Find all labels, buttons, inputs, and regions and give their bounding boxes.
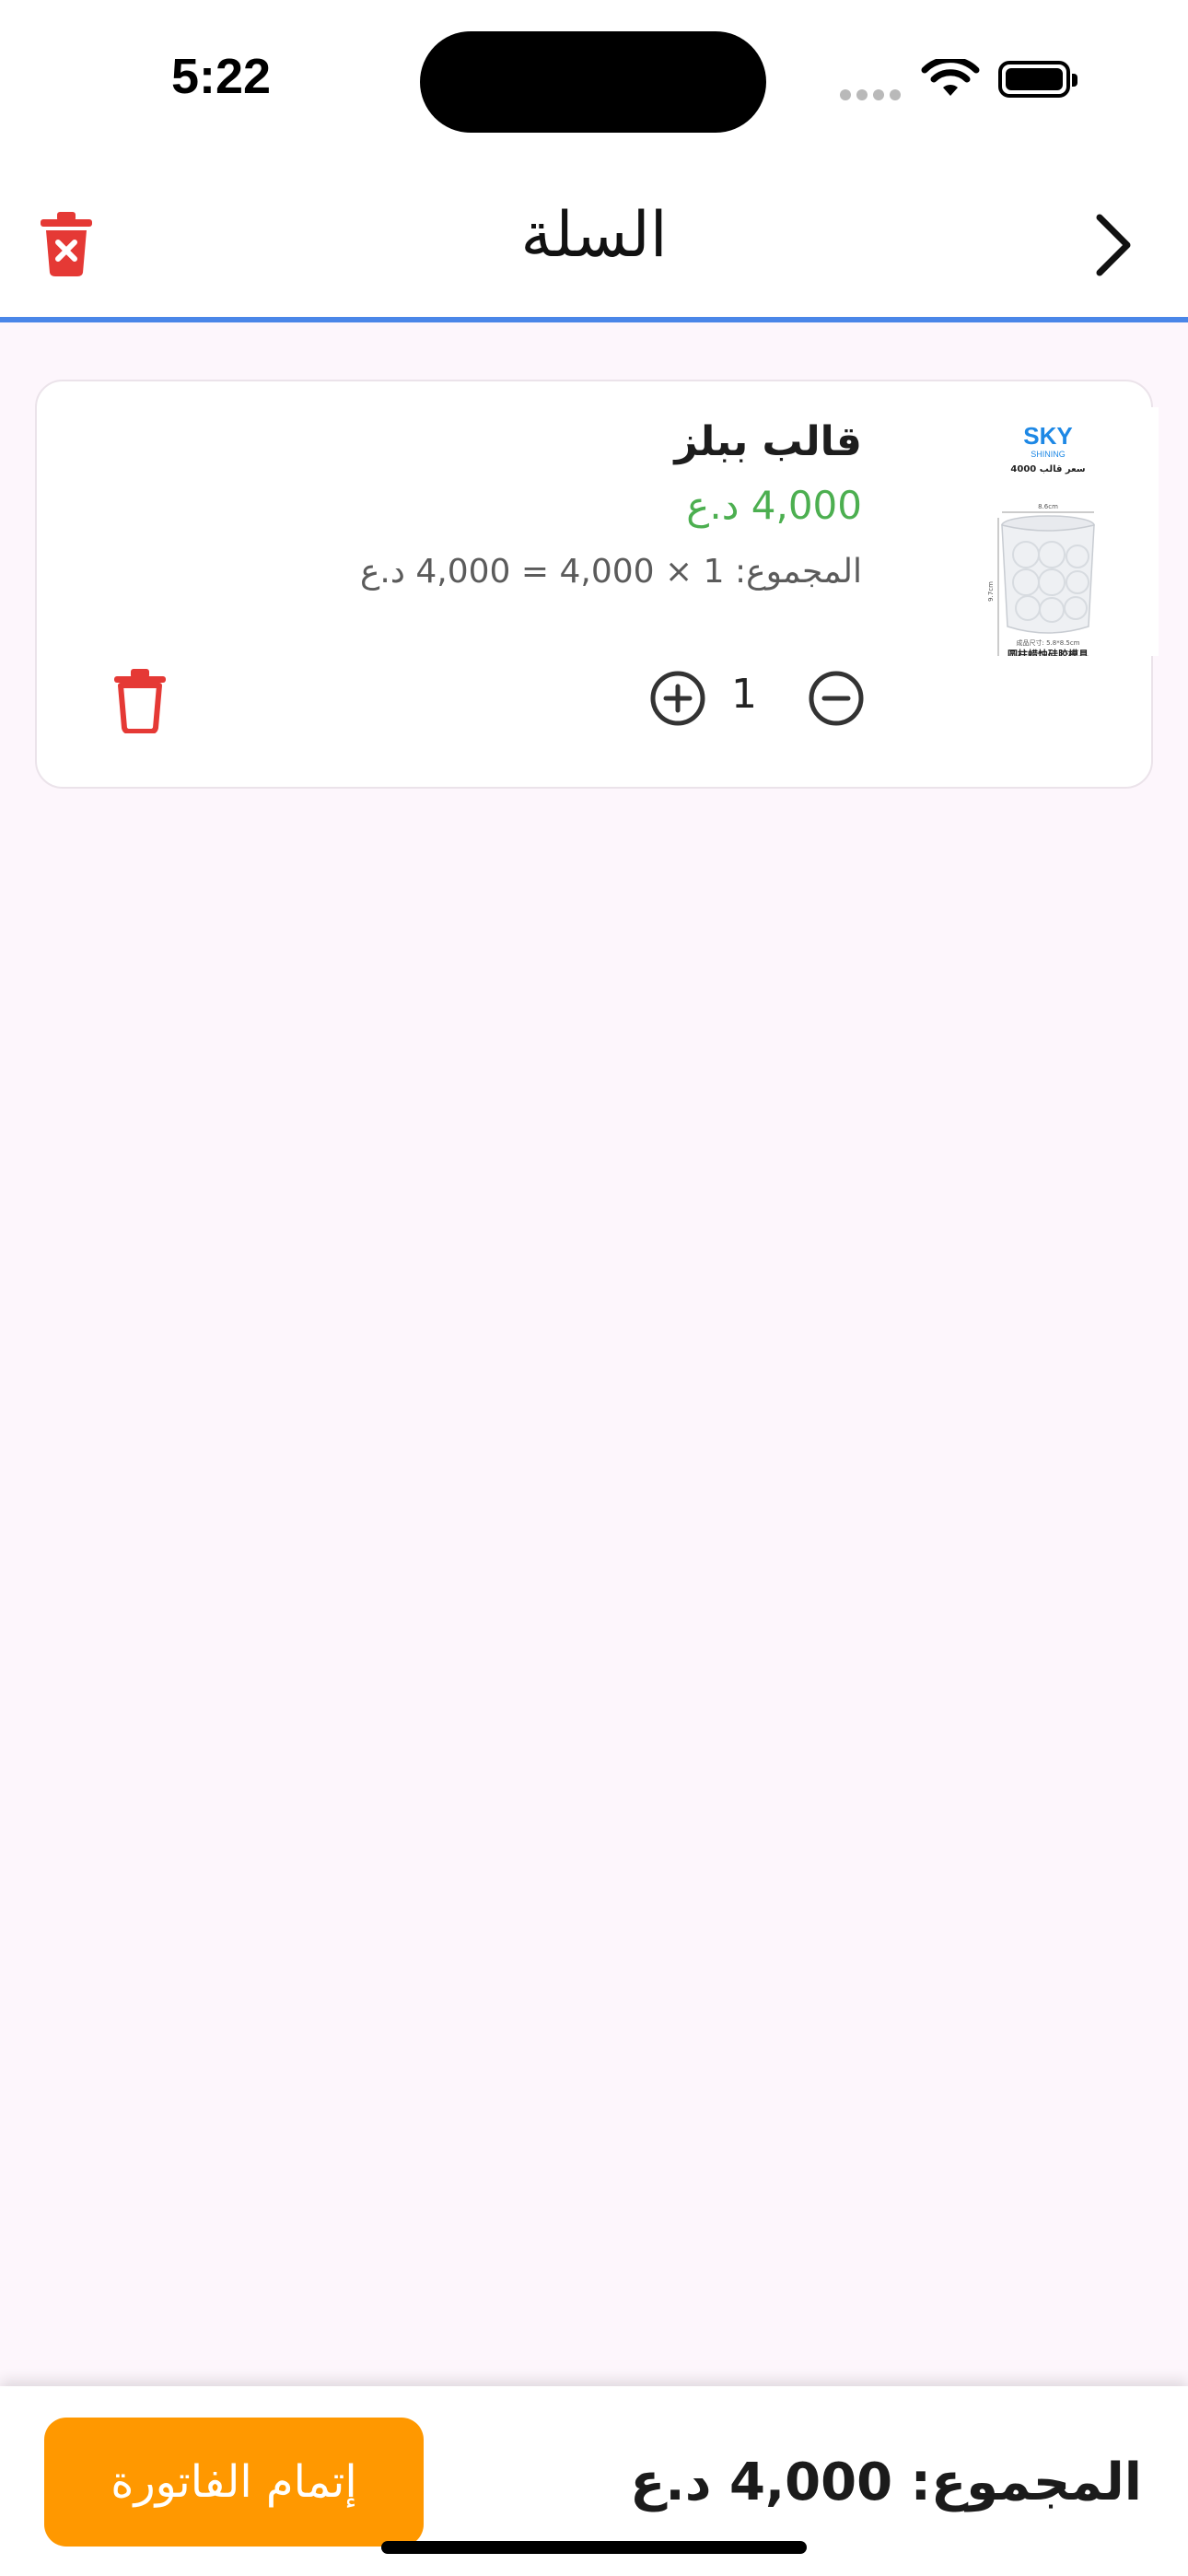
chevron-right-icon[interactable] xyxy=(1087,208,1142,282)
cart-item-card: SKY SHINING سعر قالب 4000 8.6cm 9.7cm 成品… xyxy=(35,380,1159,789)
product-price: 4,000 د.ع xyxy=(686,483,862,528)
status-bar: 5:22 xyxy=(0,0,1188,166)
wifi-icon xyxy=(921,59,980,96)
checkout-button[interactable]: إتمام الفاتورة xyxy=(44,2418,424,2547)
image-caption-size: 成品尺寸: 5.8*8.5cm xyxy=(1016,638,1079,647)
product-image-svg: SKY SHINING سعر قالب 4000 8.6cm 9.7cm 成品… xyxy=(987,422,1095,663)
home-indicator xyxy=(381,2541,807,2554)
cellular-signal-icon xyxy=(840,87,906,104)
image-dimension-top: 8.6cm xyxy=(1038,503,1058,510)
image-brand-text: SKY xyxy=(1023,422,1072,450)
app-bar: السلة xyxy=(0,166,1188,322)
dynamic-island xyxy=(420,31,766,133)
battery-icon xyxy=(998,61,1077,98)
quantity-value: 1 xyxy=(731,671,757,718)
image-caption-top: سعر قالب 4000 xyxy=(1010,464,1085,474)
image-dimension-side: 9.7cm xyxy=(987,581,995,602)
quantity-stepper: 1 xyxy=(611,660,879,737)
product-subtotal: المجموع: 1 × 4,000 = 4,000 د.ع xyxy=(359,553,862,591)
image-caption-bottom: 圆柱蜡烛硅胶模具 xyxy=(1007,648,1089,656)
trash-icon[interactable] xyxy=(112,669,168,733)
plus-circle-icon[interactable] xyxy=(648,669,707,728)
minus-circle-icon[interactable] xyxy=(807,669,866,728)
cart-total: المجموع: 4,000 د.ع xyxy=(630,2453,1142,2512)
status-time: 5:22 xyxy=(171,49,272,104)
page-title: السلة xyxy=(520,199,668,272)
product-name: قالب ببلز xyxy=(674,418,862,465)
product-image: SKY SHINING سعر قالب 4000 8.6cm 9.7cm 成品… xyxy=(938,407,1159,663)
image-brand-sub-text: SHINING xyxy=(1031,450,1066,459)
